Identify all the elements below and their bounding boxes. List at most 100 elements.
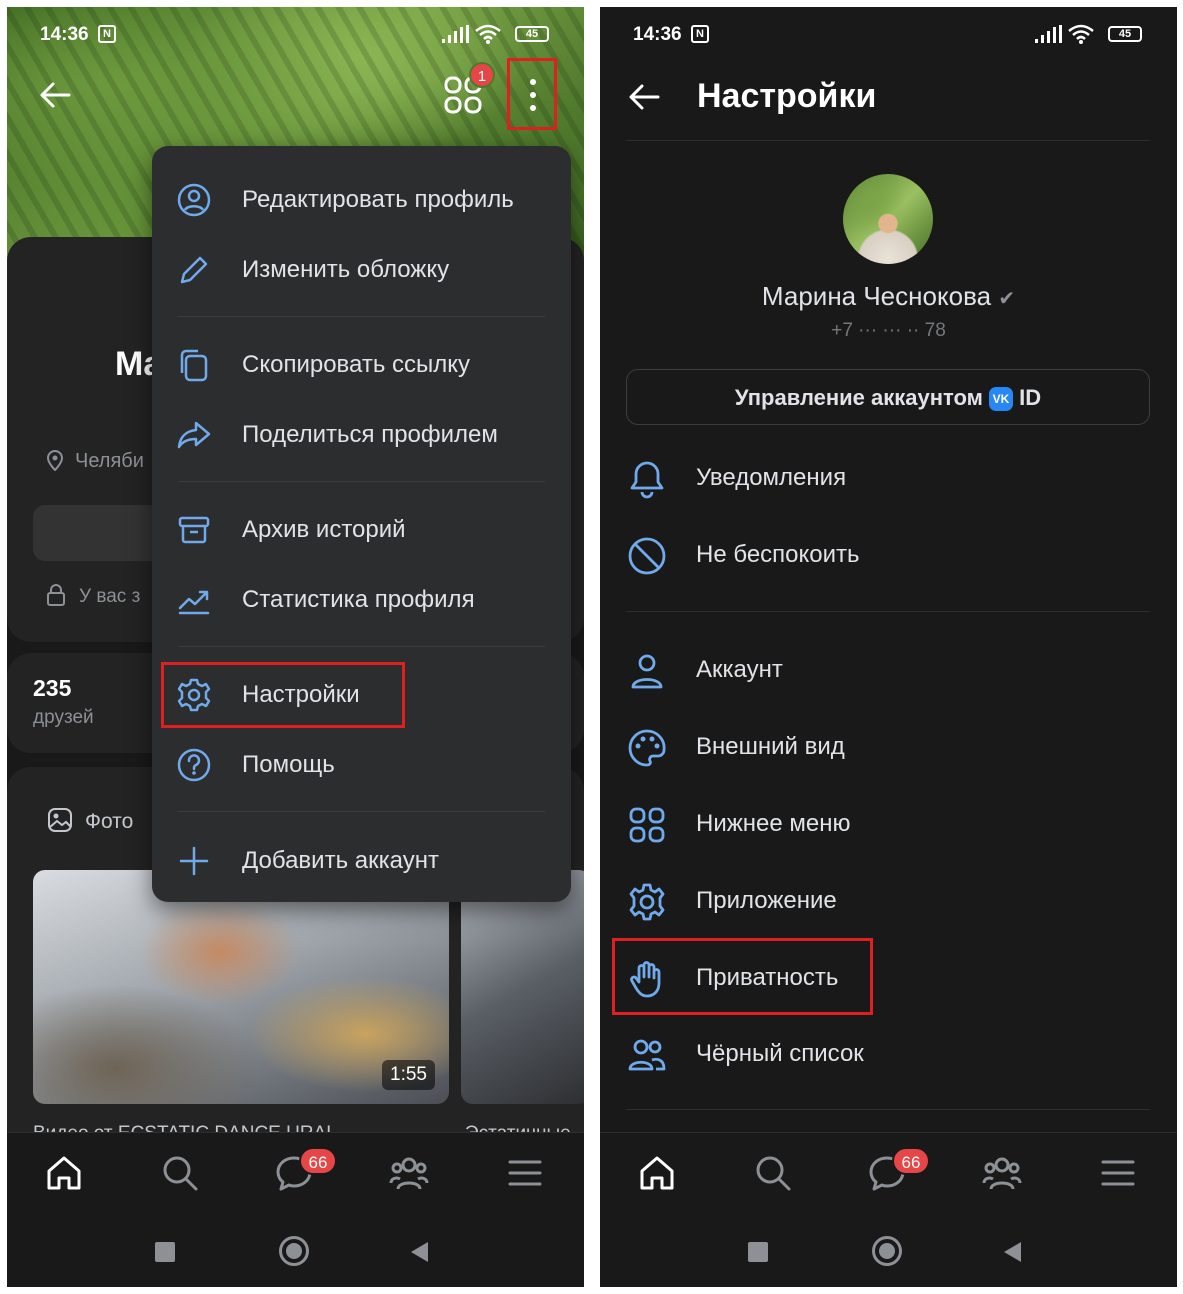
vk-logo-icon: VK <box>988 387 1013 411</box>
home-icon[interactable] <box>637 1153 677 1193</box>
friends-icon[interactable] <box>982 1153 1022 1193</box>
menu-icon[interactable] <box>505 1153 545 1193</box>
avatar[interactable] <box>843 174 933 264</box>
menu-icon[interactable] <box>1098 1153 1138 1193</box>
settings-item-application[interactable]: Приложение <box>600 868 1177 934</box>
more-dot-icon <box>530 92 536 98</box>
divider <box>626 140 1150 141</box>
more-dot-icon <box>530 79 536 85</box>
bell-icon <box>630 461 664 499</box>
menu-item-label: Изменить обложку <box>242 256 450 283</box>
settings-item-appearance[interactable]: Внешний вид <box>600 714 1177 780</box>
back-system-icon[interactable] <box>1004 1242 1021 1262</box>
menu-item-help[interactable]: Помощь <box>152 735 571 795</box>
menu-item-label: Добавить аккаунт <box>242 847 439 874</box>
user-phone: +7 ··· ··· ·· 78 <box>831 320 946 341</box>
bottom-navigation: 66 <box>7 1132 584 1208</box>
settings-item-label: Чёрный список <box>696 1040 864 1067</box>
menu-item-add-account[interactable]: Добавить аккаунт <box>152 831 571 891</box>
menu-item-label: Архив историй <box>242 516 406 543</box>
menu-divider <box>178 316 545 317</box>
archive-icon <box>178 516 210 544</box>
wifi-icon <box>475 24 501 44</box>
palette-icon <box>628 729 666 767</box>
recent-apps-icon[interactable] <box>155 1242 175 1262</box>
photos-tab-label: Фото <box>85 810 134 833</box>
settings-item-bottom-menu[interactable]: Нижнее меню <box>600 791 1177 857</box>
users-icon <box>628 1039 666 1071</box>
video-thumbnail[interactable]: 1:55 <box>33 870 449 1104</box>
friends-count: 235 <box>33 675 72 701</box>
settings-item-do-not-disturb[interactable]: Не беспокоить <box>600 522 1177 588</box>
home-system-icon[interactable] <box>279 1236 309 1266</box>
menu-item-label: Помощь <box>242 751 335 778</box>
profile-screen: 14:36 N 45 1 Ma Челяби У вас з 235 друзе… <box>7 7 584 1287</box>
home-icon[interactable] <box>44 1153 84 1193</box>
search-icon[interactable] <box>160 1153 200 1193</box>
menu-item-share-profile[interactable]: Поделиться профилем <box>152 405 571 465</box>
page-title: Настройки <box>697 77 877 115</box>
profile-privacy-note: У вас з <box>45 583 140 608</box>
manage-account-label: Управление аккаунтом <box>734 385 983 410</box>
menu-divider <box>178 811 545 812</box>
settings-item-label: Нижнее меню <box>696 810 851 837</box>
profile-privacy-text: У вас з <box>79 586 141 607</box>
photo-icon <box>48 808 72 832</box>
status-time: 14:36 <box>40 24 89 45</box>
nfc-icon: N <box>691 25 709 43</box>
gear-icon <box>629 883 665 921</box>
settings-item-label: Приложение <box>696 887 837 914</box>
profile-city-text: Челяби <box>75 450 144 472</box>
friends-label: друзей <box>33 707 94 728</box>
profile-options-menu: Редактировать профиль Изменить обложку С… <box>152 146 571 902</box>
battery-icon: 45 <box>515 26 549 42</box>
menu-item-edit-profile[interactable]: Редактировать профиль <box>152 170 571 230</box>
settings-screen: 14:36 N 45 Настройки Марина Чеснокова ✔ … <box>600 7 1177 1287</box>
help-icon <box>177 748 211 782</box>
more-options-button[interactable] <box>507 58 557 130</box>
lock-icon <box>47 584 65 606</box>
grid-icon <box>629 807 665 843</box>
settings-item-label: Не беспокоить <box>696 541 860 568</box>
menu-item-label: Поделиться профилем <box>242 421 498 448</box>
divider <box>626 611 1150 612</box>
home-system-icon[interactable] <box>872 1236 902 1266</box>
status-time: 14:36 <box>633 24 682 45</box>
copy-icon <box>180 349 208 382</box>
system-navigation-bar <box>7 1212 584 1287</box>
settings-item-notifications[interactable]: Уведомления <box>600 445 1177 511</box>
person-icon <box>631 654 663 689</box>
settings-item-blacklist[interactable]: Чёрный список <box>600 1021 1177 1087</box>
video-thumbnail[interactable] <box>461 870 584 1104</box>
verified-check-icon: ✔ <box>998 288 1016 310</box>
pencil-icon <box>180 256 208 284</box>
recent-apps-icon[interactable] <box>748 1242 768 1262</box>
menu-item-profile-stats[interactable]: Статистика профиля <box>152 570 571 630</box>
settings-item-label: Аккаунт <box>696 656 783 683</box>
settings-item-account[interactable]: Аккаунт <box>600 637 1177 703</box>
settings-item-label: Уведомления <box>696 464 847 491</box>
nfc-icon: N <box>98 25 116 43</box>
manage-account-button[interactable]: Управление аккаунтом VK ID <box>626 369 1150 425</box>
highlight-privacy <box>612 938 873 1015</box>
photos-tab[interactable]: Фото <box>47 807 133 834</box>
video-duration: 1:55 <box>382 1060 435 1090</box>
search-icon[interactable] <box>753 1153 793 1193</box>
menu-divider <box>178 481 545 482</box>
back-arrow-icon[interactable] <box>626 79 662 115</box>
messages-badge: 66 <box>892 1147 930 1175</box>
menu-item-copy-link[interactable]: Скопировать ссылку <box>152 335 571 395</box>
menu-item-stories-archive[interactable]: Архив историй <box>152 500 571 560</box>
back-system-icon[interactable] <box>411 1242 428 1262</box>
chart-icon <box>178 590 210 615</box>
battery-icon: 45 <box>1108 26 1142 42</box>
signal-icon <box>442 25 469 43</box>
divider <box>626 1109 1150 1110</box>
menu-divider <box>178 646 545 647</box>
friends-icon[interactable] <box>389 1153 429 1193</box>
plus-icon <box>179 846 209 876</box>
vk-id-label: ID <box>1019 385 1042 410</box>
menu-item-change-cover[interactable]: Изменить обложку <box>152 240 571 300</box>
messages-badge: 66 <box>299 1147 337 1175</box>
back-arrow-icon[interactable] <box>37 77 73 113</box>
